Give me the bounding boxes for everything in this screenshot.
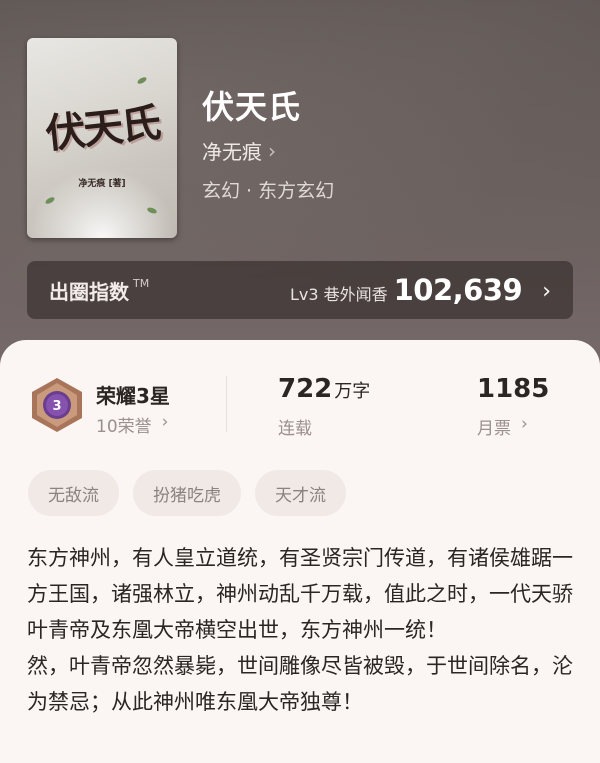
honor-title: 荣耀3星 <box>96 384 170 408</box>
synopsis-paragraph: 然，叶青帝忽然暴毙，世间雕像尽皆被毁，于世间除名，沦为禁忌；从此神州唯东凰大帝独… <box>27 654 573 714</box>
trademark-mark: TM <box>133 276 150 290</box>
monthly-tickets-value: 1185 <box>477 374 550 404</box>
popularity-index-bar[interactable]: 出圈指数 TM Lv3 巷外闻香 102,639 › <box>27 261 573 319</box>
chevron-right-icon: › <box>542 279 551 304</box>
chevron-right-icon: › <box>161 412 169 432</box>
chevron-right-icon: › <box>268 138 276 163</box>
popularity-value: 102,639 <box>393 273 523 307</box>
book-synopsis[interactable]: 东方神州，有人皇立道统，有圣贤宗门传道，有诸侯雄踞一方王国，诸强林立，神州动乱千… <box>27 540 577 720</box>
stats-divider <box>226 376 227 432</box>
monthly-tickets-link[interactable]: 月票 › <box>477 414 528 439</box>
cover-author: 净无痕 [著] <box>78 179 126 189</box>
book-title: 伏天氏 <box>202 88 302 126</box>
popularity-level: Lv3 巷外闻香 <box>289 285 388 304</box>
word-count-value: 722 <box>278 374 333 404</box>
honor-link[interactable]: 10荣誉 › <box>96 412 168 437</box>
tag-chip[interactable]: 扮猪吃虎 <box>133 470 241 516</box>
word-count: 722 万字 <box>278 374 370 404</box>
popularity-value-group: Lv3 巷外闻香 102,639 › <box>290 273 551 307</box>
stats-row: 3 荣耀3星 10荣誉 › 722 万字 连载 1185 月票 › <box>0 372 600 442</box>
author-link[interactable]: 净无痕 › <box>202 136 276 165</box>
serial-status: 连载 <box>278 419 312 439</box>
synopsis-paragraph: 东方神州，有人皇立道统，有圣贤宗门传道，有诸侯雄踞一方王国，诸强林立，神州动乱千… <box>27 546 573 642</box>
book-genre: 玄幻 · 东方玄幻 <box>202 180 335 202</box>
tag-chip[interactable]: 无敌流 <box>28 470 119 516</box>
monthly-tickets-label: 月票 <box>477 419 511 439</box>
popularity-label: 出圈指数 <box>49 279 129 304</box>
book-cover[interactable]: 伏天氏 净无痕 [著] <box>27 38 177 238</box>
tag-chip[interactable]: 天才流 <box>255 470 346 516</box>
honor-badge-icon[interactable]: 3 <box>29 376 85 434</box>
author-name: 净无痕 <box>202 140 262 164</box>
chevron-right-icon: › <box>521 414 528 434</box>
leaf-decoration <box>136 75 148 86</box>
tag-list: 无敌流 扮猪吃虎 天才流 <box>28 470 346 516</box>
badge-level: 3 <box>52 399 61 414</box>
cover-title: 伏天氏 <box>43 99 162 158</box>
word-count-unit: 万字 <box>334 381 371 402</box>
honor-points: 10荣誉 <box>96 417 152 437</box>
